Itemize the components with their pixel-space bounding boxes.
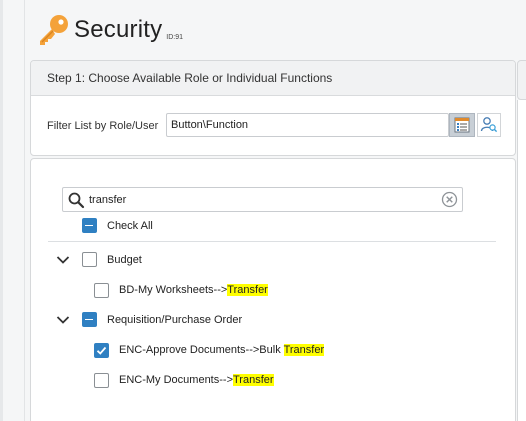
item-label-prefix: ENC-My Documents--> <box>119 374 233 386</box>
left-divider <box>24 0 25 421</box>
group-checkbox-budget[interactable] <box>82 252 97 267</box>
user-search-button[interactable] <box>477 113 501 137</box>
group-checkbox-requisition-purchase-order[interactable] <box>82 312 97 327</box>
search-match-highlight: Transfer <box>227 284 268 296</box>
item-label-prefix: BD-My Worksheets--> <box>119 284 228 296</box>
search-box <box>62 187 463 212</box>
search-icon <box>68 192 85 208</box>
group-label-requisition-purchase-order: Requisition/Purchase Order <box>107 314 243 326</box>
group-label-budget: Budget <box>107 254 142 266</box>
checkmark-icon <box>96 346 107 355</box>
step1-panel: Step 1: Choose Available Role or Individ… <box>30 60 516 156</box>
item-label-enc-my-documents-transfer: ENC-My Documents-->Transfer <box>119 374 274 386</box>
list-icon <box>454 117 470 133</box>
item-checkbox-enc-my-documents-transfer[interactable] <box>94 373 109 388</box>
right-panel-body-edge <box>517 100 526 421</box>
item-checkbox-bd-my-worksheets-transfer[interactable] <box>94 283 109 298</box>
chevron-down-icon[interactable] <box>56 255 70 265</box>
search-match-highlight: Transfer <box>283 344 325 356</box>
page-id: ID:91 <box>166 33 184 41</box>
user-search-icon <box>480 117 498 133</box>
tree-divider <box>48 241 496 242</box>
step1-body: Filter List by Role/User <box>31 96 515 155</box>
filter-label: Filter List by Role/User <box>47 120 159 132</box>
chevron-down-icon[interactable] <box>56 315 70 325</box>
item-label-bd-my-worksheets-transfer: BD-My Worksheets-->Transfer <box>119 284 268 296</box>
right-panel-edge <box>517 60 526 100</box>
page-header: Security ID:91 <box>36 10 183 50</box>
item-label-prefix: ENC-Approve Documents-->Bulk <box>119 344 284 356</box>
left-edge <box>0 0 3 421</box>
item-label-enc-approve-documents-bulk-transfer: ENC-Approve Documents-->Bulk Transfer <box>119 344 325 356</box>
search-input[interactable] <box>89 193 429 206</box>
step1-heading: Step 1: Choose Available Role or Individ… <box>31 61 515 96</box>
item-checkbox-enc-approve-documents-bulk-transfer[interactable] <box>94 343 109 358</box>
page-title: Security <box>74 16 163 43</box>
filter-field[interactable] <box>166 113 449 137</box>
key-icon <box>40 15 68 45</box>
function-list-button[interactable] <box>449 113 475 137</box>
clear-search-icon[interactable] <box>441 191 458 208</box>
check-all-checkbox[interactable] <box>82 218 97 233</box>
check-all-label: Check All <box>107 220 153 232</box>
search-match-highlight: Transfer <box>233 374 274 386</box>
